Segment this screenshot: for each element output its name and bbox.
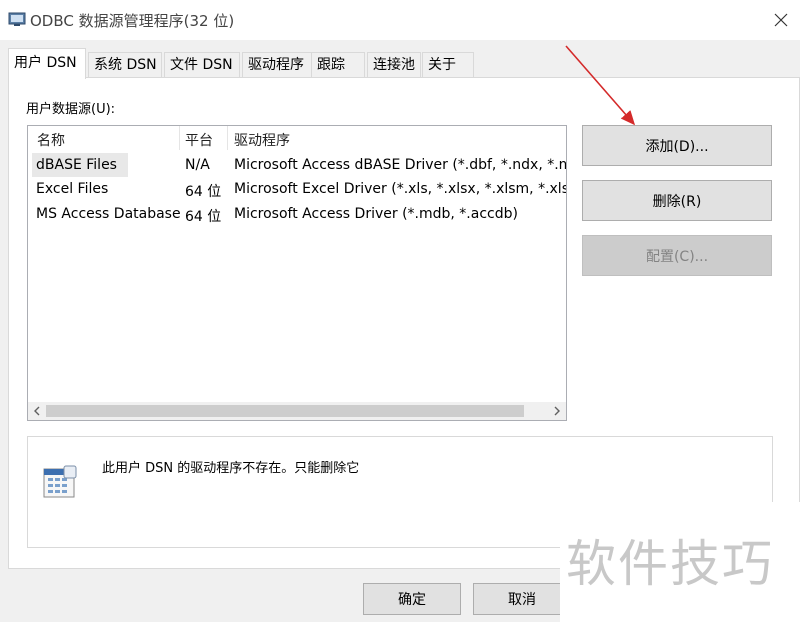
row-dbase-driver[interactable]: Microsoft Access dBASE Driver (*.dbf, *.… (234, 157, 566, 173)
row-excel-driver[interactable]: Microsoft Excel Driver (*.xls, *.xlsx, *… (234, 181, 566, 197)
row-dbase-platform[interactable]: N/A (185, 157, 210, 173)
chevron-right-icon (554, 406, 560, 416)
tab-about[interactable]: 关于 (422, 52, 474, 78)
dsn-list[interactable]: 名称 平台 驱动程序 dBASE Files N/A Microsoft Acc… (27, 125, 567, 421)
column-header-driver[interactable]: 驱动程序 (234, 130, 290, 150)
title-bar: ODBC 数据源管理程序(32 位) (0, 0, 800, 40)
row-access-name[interactable]: MS Access Database (36, 206, 181, 222)
scroll-left-button[interactable] (28, 402, 46, 420)
ok-button[interactable]: 确定 (363, 583, 461, 615)
tab-user-dsn[interactable]: 用户 DSN (8, 48, 86, 79)
driver-missing-message: 此用户 DSN 的驱动程序不存在。只能删除它 (102, 461, 360, 476)
tab-drivers[interactable]: 驱动程序 (242, 52, 312, 78)
window-title: ODBC 数据源管理程序(32 位) (30, 12, 235, 30)
column-header-platform[interactable]: 平台 (185, 130, 213, 150)
column-divider (227, 126, 228, 150)
row-excel-name[interactable]: Excel Files (36, 181, 108, 197)
column-header-name[interactable]: 名称 (37, 130, 65, 150)
watermark-text: 软件技巧 (566, 535, 774, 593)
row-dbase-name[interactable]: dBASE Files (36, 157, 117, 173)
scrollbar-thumb[interactable] (46, 405, 524, 417)
cancel-button[interactable]: 取消 (473, 583, 571, 615)
horizontal-scrollbar[interactable] (28, 402, 566, 420)
scroll-right-button[interactable] (548, 402, 566, 420)
tab-file-dsn[interactable]: 文件 DSN (164, 52, 240, 78)
odbc-app-icon (8, 11, 26, 27)
close-icon (774, 13, 788, 27)
user-data-sources-label: 用户数据源(U): (26, 102, 116, 117)
configure-button[interactable]: 配置(C)... (582, 235, 772, 276)
column-divider (179, 126, 180, 150)
user-dsn-page: 用户数据源(U): 名称 平台 驱动程序 dBASE Files N/A Mic… (8, 77, 800, 569)
tab-tracing[interactable]: 跟踪 (311, 52, 365, 78)
add-button[interactable]: 添加(D)... (582, 125, 772, 166)
chevron-left-icon (34, 406, 40, 416)
close-button[interactable] (766, 6, 796, 34)
data-source-info-icon (42, 465, 78, 499)
tab-connection-pool[interactable]: 连接池 (367, 52, 421, 78)
row-access-driver[interactable]: Microsoft Access Driver (*.mdb, *.accdb) (234, 206, 518, 222)
remove-button[interactable]: 删除(R) (582, 180, 772, 221)
tab-bar: 用户 DSN 系统 DSN 文件 DSN 驱动程序 跟踪 连接池 关于 (8, 48, 778, 79)
tab-system-dsn[interactable]: 系统 DSN (88, 52, 162, 78)
row-access-platform[interactable]: 64 位 (185, 206, 221, 226)
row-excel-platform[interactable]: 64 位 (185, 181, 221, 201)
